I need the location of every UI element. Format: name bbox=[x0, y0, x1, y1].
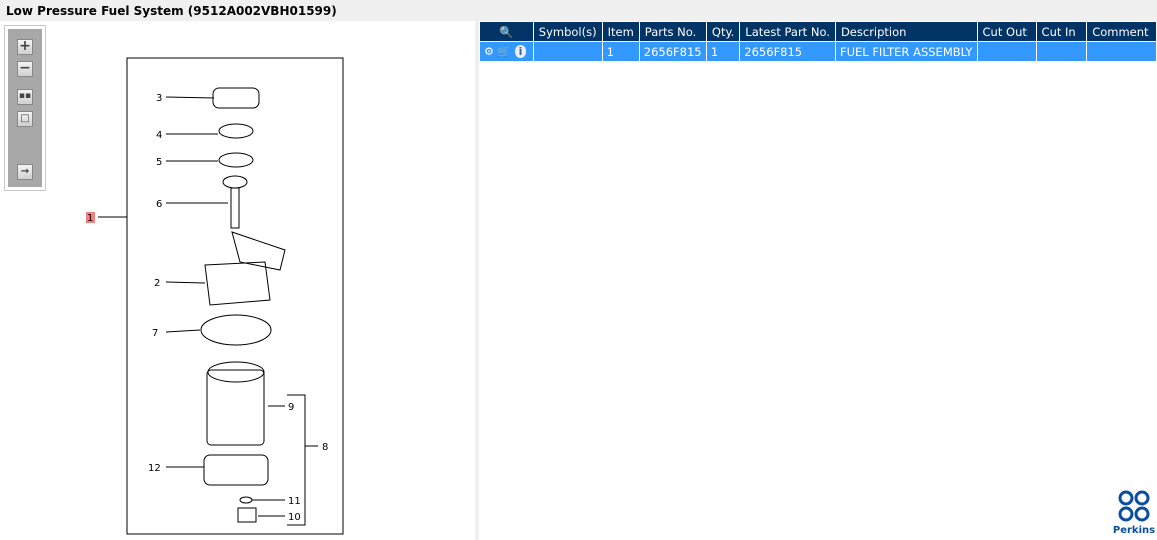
callout-5[interactable]: 5 bbox=[156, 157, 162, 168]
header-cut-in[interactable]: Cut In bbox=[1036, 22, 1088, 42]
header-qty[interactable]: Qty. bbox=[706, 22, 741, 42]
header-description[interactable]: Description bbox=[835, 22, 978, 42]
cell-description: FUEL FILTER ASSEMBLY bbox=[835, 41, 978, 61]
callout-3[interactable]: 3 bbox=[156, 93, 162, 104]
perkins-emblem-icon bbox=[1118, 490, 1150, 522]
callout-6[interactable]: 6 bbox=[156, 199, 162, 210]
callout-1[interactable]: 1 bbox=[87, 213, 93, 224]
cell-parts-no: 2656F815 bbox=[639, 41, 707, 61]
callout-11[interactable]: 11 bbox=[288, 496, 301, 507]
callout-8[interactable]: 8 bbox=[322, 442, 328, 453]
exploded-diagram: 1 2 3 4 5 6 7 8 9 10 11 12 bbox=[86, 57, 344, 535]
perkins-logo: Perkins bbox=[1112, 490, 1156, 536]
callout-4[interactable]: 4 bbox=[156, 130, 162, 141]
callout-9[interactable]: 9 bbox=[288, 402, 294, 413]
splitter[interactable] bbox=[475, 21, 479, 540]
callout-2[interactable]: 2 bbox=[154, 278, 160, 289]
header-latest-part-no[interactable]: Latest Part No. bbox=[739, 22, 836, 42]
info-icon[interactable]: i bbox=[514, 45, 527, 58]
search-icon[interactable]: 🔍 bbox=[480, 22, 534, 42]
cell-comment bbox=[1086, 41, 1157, 61]
cell-latest-part-no: 2656F815 bbox=[739, 41, 836, 61]
header-parts-no[interactable]: Parts No. bbox=[639, 22, 707, 42]
brand-name: Perkins bbox=[1112, 525, 1156, 536]
callout-10[interactable]: 10 bbox=[288, 512, 301, 523]
header-comment[interactable]: Comment bbox=[1086, 22, 1157, 42]
cell-cut-out bbox=[977, 41, 1037, 61]
cell-cut-in bbox=[1036, 41, 1088, 61]
cell-symbols bbox=[533, 41, 603, 61]
cell-item: 1 bbox=[602, 41, 640, 61]
header-cut-out[interactable]: Cut Out bbox=[977, 22, 1037, 42]
header-symbols[interactable]: Symbol(s) bbox=[533, 22, 603, 42]
callout-12[interactable]: 12 bbox=[148, 463, 161, 474]
parts-table: 🔍 Symbol(s) Item Parts No. Qty. Latest P… bbox=[480, 22, 1157, 61]
cart-icon[interactable]: 🛒 bbox=[497, 45, 511, 58]
callout-7[interactable]: 7 bbox=[152, 328, 158, 339]
table-row[interactable]: ⚙ 🛒 i 1 2656F815 1 2656F815 FUEL FILTER … bbox=[480, 41, 1157, 61]
gears-icon[interactable]: ⚙ bbox=[484, 45, 494, 58]
cell-qty: 1 bbox=[706, 41, 741, 61]
header-item[interactable]: Item bbox=[602, 22, 640, 42]
